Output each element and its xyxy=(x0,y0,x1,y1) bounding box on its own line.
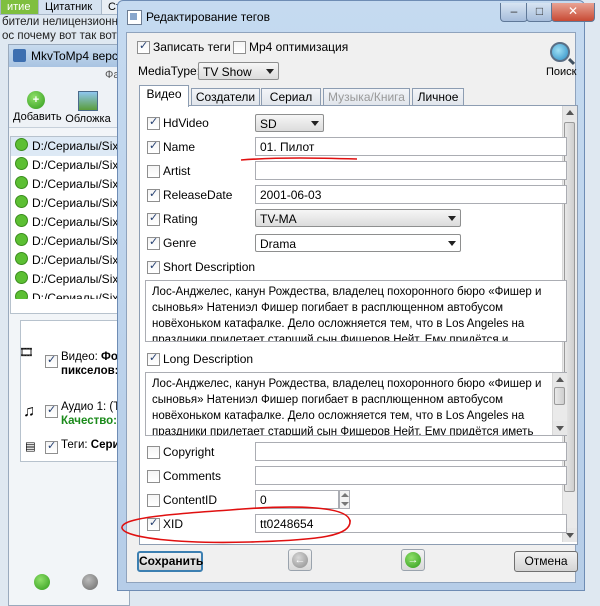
arrow-left-icon: ← xyxy=(292,552,308,568)
arrow-right-icon: → xyxy=(405,552,421,568)
previous-button[interactable]: ← xyxy=(288,549,312,571)
next-button[interactable]: → xyxy=(401,549,425,571)
circle-annotation xyxy=(121,506,351,544)
save-button[interactable]: Сохранить xyxy=(137,551,203,572)
red-annotations xyxy=(121,157,358,544)
underline-annotation xyxy=(240,157,358,161)
cancel-button[interactable]: Отмена xyxy=(514,551,578,572)
tab-video[interactable]: Видео xyxy=(139,85,189,107)
